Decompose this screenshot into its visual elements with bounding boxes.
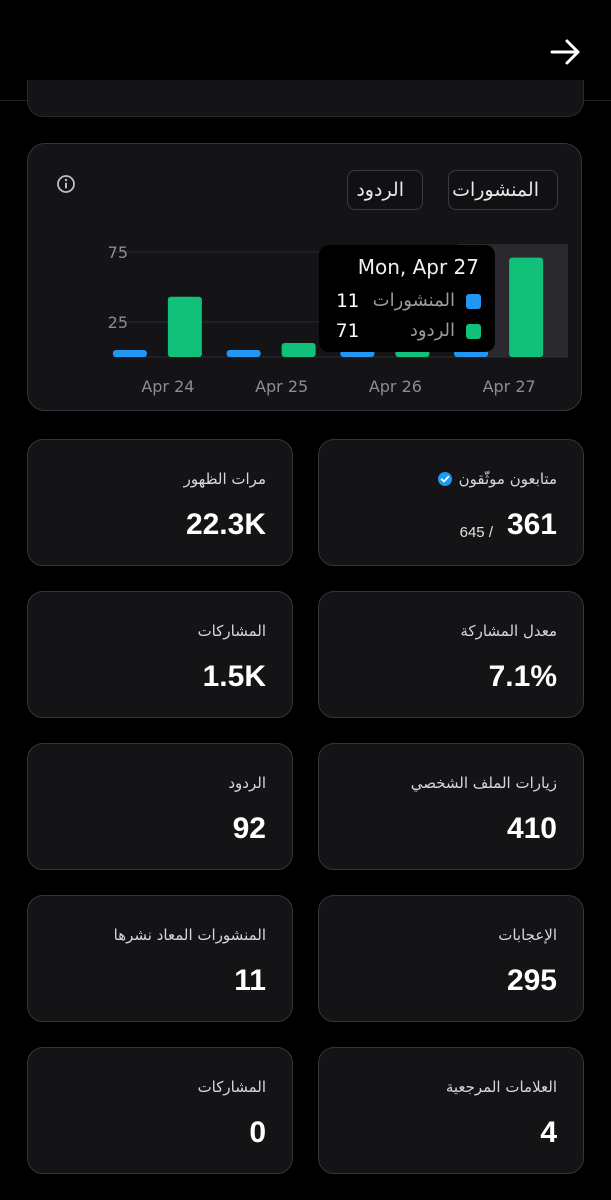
tooltip-posts-row: المنشورات 11	[319, 290, 495, 314]
bar-replies	[281, 343, 316, 357]
stat-card-likes[interactable]: الإعجابات 295	[318, 895, 584, 1022]
stat-label: المنشورات المعاد نشرها	[113, 926, 266, 944]
stat-card-engagements[interactable]: المشاركات 1.5K	[27, 591, 293, 718]
y-tick-label: 25	[108, 313, 128, 332]
stat-total: 645 /	[459, 524, 493, 541]
bar-replies	[509, 257, 544, 357]
stat-value: 4	[540, 1116, 557, 1149]
stat-card-impressions[interactable]: مرات الظهور 22.3K	[27, 439, 293, 566]
bar-chart[interactable]: 25 75 Apr 24 Apr 25 Apr 26 Apr 27	[28, 144, 583, 412]
stat-value: 7.1%	[488, 660, 557, 693]
stat-card-bookmarks[interactable]: العلامات المرجعية 4	[318, 1047, 584, 1174]
stat-value: 22.3K	[185, 508, 266, 541]
tooltip-replies-swatch	[466, 324, 481, 339]
stat-label: العلامات المرجعية	[445, 1078, 557, 1096]
tooltip-replies-value: 71	[336, 320, 359, 342]
stat-label-text: متابعون موثّقون	[458, 470, 557, 488]
tooltip-replies-row: الردود 71	[319, 320, 495, 344]
stat-value: 11	[234, 964, 266, 997]
stat-card-engagement-rate[interactable]: معدل المشاركة 7.1%	[318, 591, 584, 718]
verified-badge-icon	[437, 472, 452, 486]
bar-replies	[167, 296, 202, 357]
chart-tooltip: Mon, Apr 27 المنشورات 11 الردود 71	[319, 245, 495, 352]
x-tick-label: Apr 27	[483, 377, 536, 396]
bar-posts	[112, 350, 147, 357]
x-tick-label: Apr 25	[255, 377, 308, 396]
stat-card-shares[interactable]: المشاركات 0	[27, 1047, 293, 1174]
back-button[interactable]	[548, 34, 584, 70]
stat-label: معدل المشاركة	[460, 622, 557, 640]
chart-card: المنشورات الردود 25 75 Apr 24 Apr 25 Apr 26 A…	[27, 143, 582, 411]
stat-value: 1.5K	[202, 660, 266, 693]
x-tick-label: Apr 26	[369, 377, 422, 396]
bar-posts	[226, 350, 261, 357]
stat-label: متابعون موثّقون	[437, 470, 557, 488]
tooltip-posts-value: 11	[336, 290, 359, 312]
stat-label: مرات الظهور	[183, 470, 266, 488]
stat-value: 92	[232, 812, 266, 845]
partial-card	[27, 80, 584, 117]
stat-label: المشاركات	[197, 1078, 266, 1096]
stat-card-profile-visits[interactable]: زيارات الملف الشخصي 410	[318, 743, 584, 870]
stat-card-verified-followers[interactable]: متابعون موثّقون 361 645 /	[318, 439, 584, 566]
stat-value: 410	[506, 812, 557, 845]
stat-card-replies[interactable]: الردود 92	[27, 743, 293, 870]
stat-label: الردود	[228, 774, 266, 792]
stat-value: 295	[506, 964, 557, 997]
x-tick-label: Apr 24	[141, 377, 194, 396]
stat-label: زيارات الملف الشخصي	[410, 774, 557, 792]
stat-label: الإعجابات	[498, 926, 557, 944]
stat-label: المشاركات	[197, 622, 266, 640]
stat-card-reposts[interactable]: المنشورات المعاد نشرها 11	[27, 895, 293, 1022]
arrow-right-icon	[550, 39, 580, 65]
tooltip-replies-label: الردود	[409, 320, 455, 341]
tooltip-posts-swatch	[466, 294, 481, 309]
stat-value: 361	[506, 508, 557, 541]
tooltip-posts-label: المنشورات	[372, 290, 455, 311]
y-tick-label: 75	[108, 243, 128, 262]
stat-value: 0	[249, 1116, 266, 1149]
tooltip-title: Mon, Apr 27	[357, 255, 479, 279]
